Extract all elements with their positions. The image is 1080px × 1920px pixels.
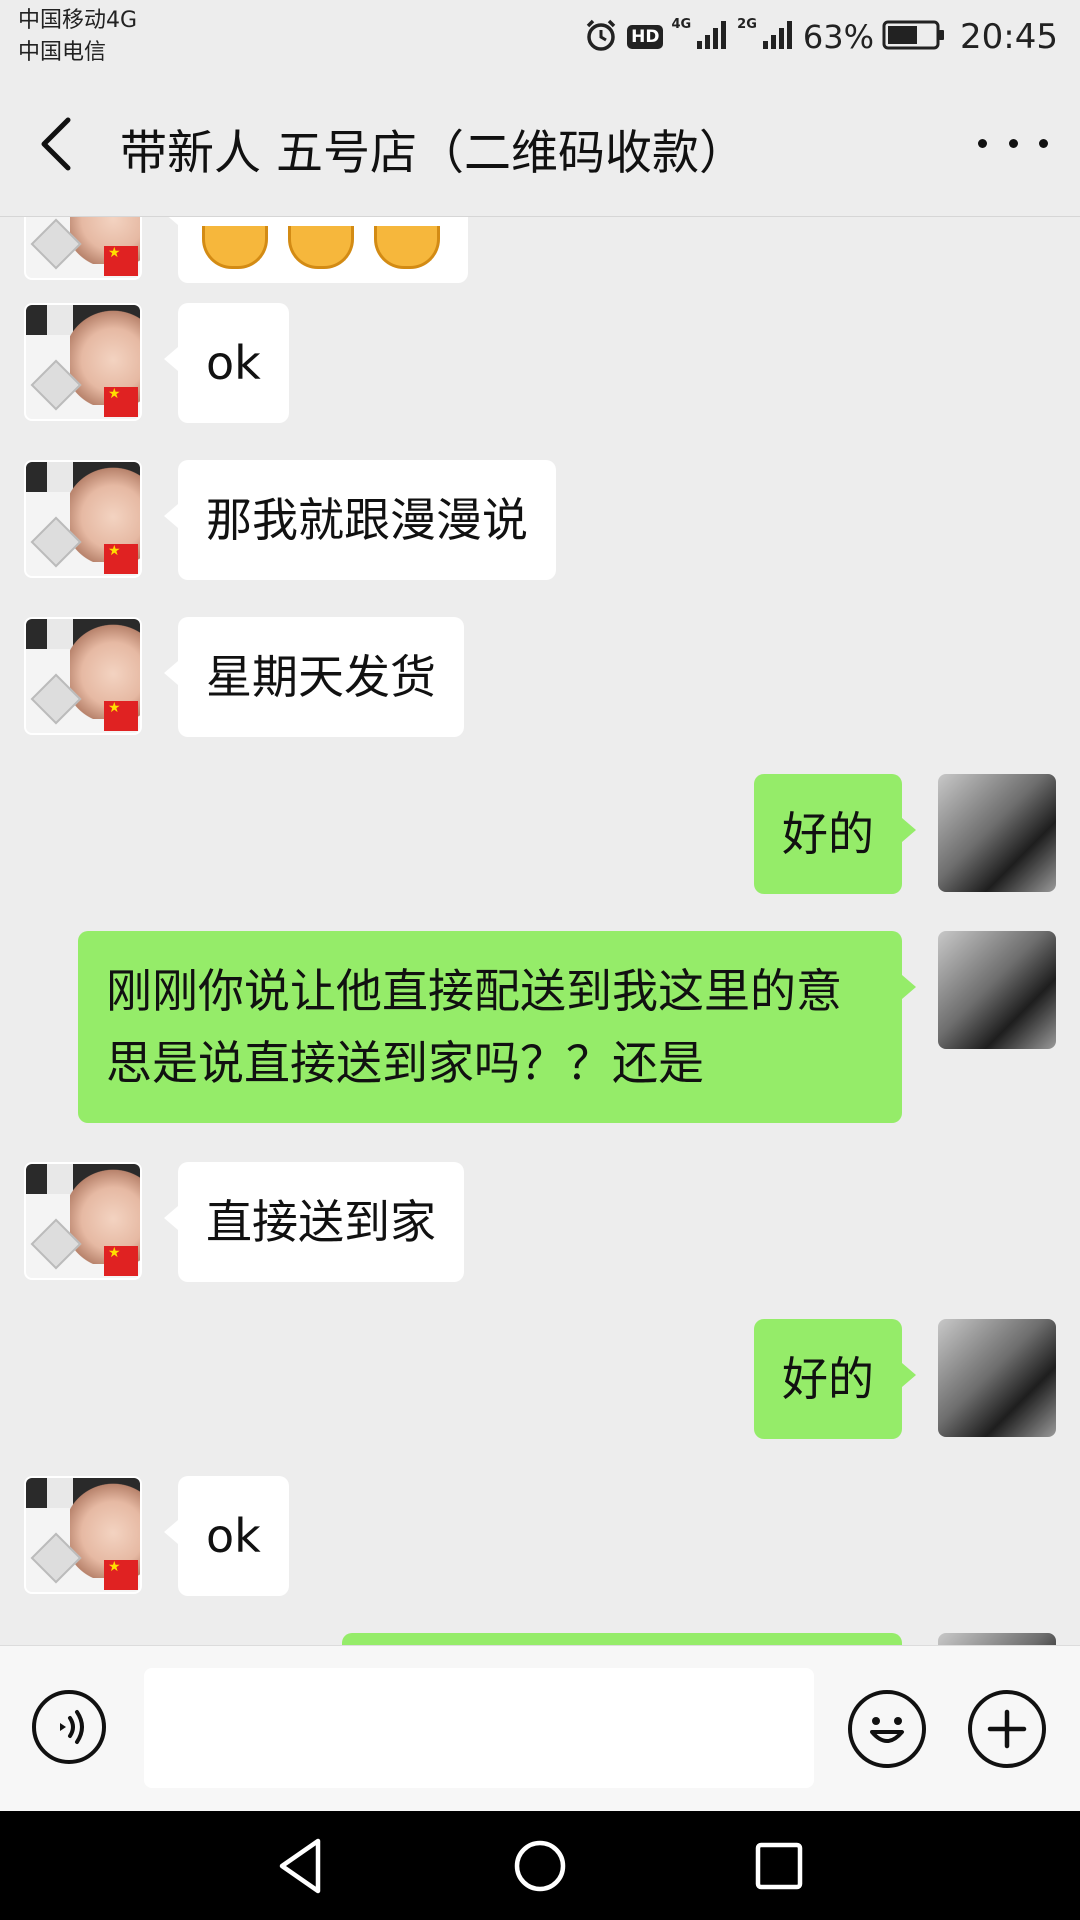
contact-avatar[interactable]	[24, 617, 142, 735]
message-text: ok	[206, 1509, 261, 1563]
voice-button[interactable]	[32, 1690, 106, 1764]
message-input[interactable]	[144, 1668, 814, 1788]
input-bar	[0, 1645, 1080, 1812]
hd-icon: HD	[627, 25, 664, 49]
message-bubble-in[interactable]: 直接送到家	[164, 1162, 464, 1282]
message-bubble-in[interactable]: ok	[164, 1476, 289, 1596]
nav-back-button[interactable]	[268, 1833, 334, 1899]
my-avatar[interactable]	[938, 931, 1056, 1049]
laughing-emoji-icon	[202, 226, 444, 269]
system-nav-bar	[0, 1811, 1080, 1920]
message-text: 刚刚你说让他直接配送到我这里的意思是说直接送到家吗？？还是	[106, 964, 842, 1090]
contact-avatar[interactable]	[24, 1162, 142, 1280]
nav-back-icon	[279, 1838, 321, 1894]
message-bubble-in[interactable]	[164, 217, 468, 283]
chat-header: 带新人 五号店（二维码收款）	[0, 72, 1080, 217]
emoji-button[interactable]	[848, 1690, 926, 1768]
carrier-label-1: 中国移动4G	[18, 8, 138, 33]
message-list[interactable]: ok 那我就跟漫漫说 星期天发货 好的 刚刚你说让他直接配送到我这里的意思是说直…	[0, 217, 1080, 1645]
more-dots-icon	[978, 138, 987, 148]
chevron-left-icon	[41, 117, 71, 171]
message-bubble-in[interactable]: ok	[164, 303, 289, 423]
battery-icon	[882, 19, 946, 55]
message-bubble-out[interactable]	[342, 1633, 902, 1645]
message-text: 那我就跟漫漫说	[206, 493, 528, 547]
my-avatar[interactable]	[938, 1319, 1056, 1437]
message-bubble-out[interactable]: 好的	[754, 774, 916, 894]
my-avatar[interactable]	[938, 774, 1056, 892]
more-button[interactable]	[978, 120, 1048, 166]
my-avatar[interactable]	[938, 1633, 1056, 1645]
status-icons: HD 4G 2G 63% 20:45	[583, 12, 1058, 62]
contact-avatar[interactable]	[24, 303, 142, 421]
nav-recent-button[interactable]	[746, 1833, 812, 1899]
alarm-icon	[583, 17, 619, 57]
voice-icon	[60, 1710, 84, 1744]
back-button[interactable]	[30, 112, 90, 176]
message-bubble-in[interactable]: 那我就跟漫漫说	[164, 460, 556, 580]
message-text: 星期天发货	[206, 650, 436, 704]
message-text: ok	[206, 336, 261, 390]
more-actions-button[interactable]	[968, 1690, 1046, 1768]
message-text: 好的	[782, 1352, 874, 1406]
nav-home-icon	[514, 1840, 566, 1892]
signal-icon	[761, 19, 795, 55]
status-bar: 中国移动4G 中国电信 HD 4G 2G 63% 20:45	[0, 0, 1080, 72]
network-type-2: 2G	[737, 17, 757, 32]
nav-home-button[interactable]	[507, 1833, 573, 1899]
battery-percent: 63%	[802, 18, 875, 56]
smiley-icon	[870, 1717, 904, 1743]
clock: 20:45	[960, 17, 1058, 57]
message-bubble-in[interactable]: 星期天发货	[164, 617, 464, 737]
nav-recent-icon	[755, 1842, 803, 1890]
message-bubble-out[interactable]: 刚刚你说让他直接配送到我这里的意思是说直接送到家吗？？还是	[78, 931, 916, 1123]
contact-avatar[interactable]	[24, 460, 142, 578]
carrier-label-2: 中国电信	[18, 40, 107, 65]
contact-avatar[interactable]	[24, 217, 142, 280]
network-type-1: 4G	[671, 17, 692, 32]
plus-icon	[987, 1709, 1027, 1749]
chat-title: 带新人 五号店（二维码收款）	[120, 126, 746, 181]
signal-icon	[695, 19, 729, 55]
contact-avatar[interactable]	[24, 1476, 142, 1594]
message-bubble-out[interactable]: 好的	[754, 1319, 916, 1439]
message-text: 好的	[782, 807, 874, 861]
message-text: 直接送到家	[206, 1195, 436, 1249]
